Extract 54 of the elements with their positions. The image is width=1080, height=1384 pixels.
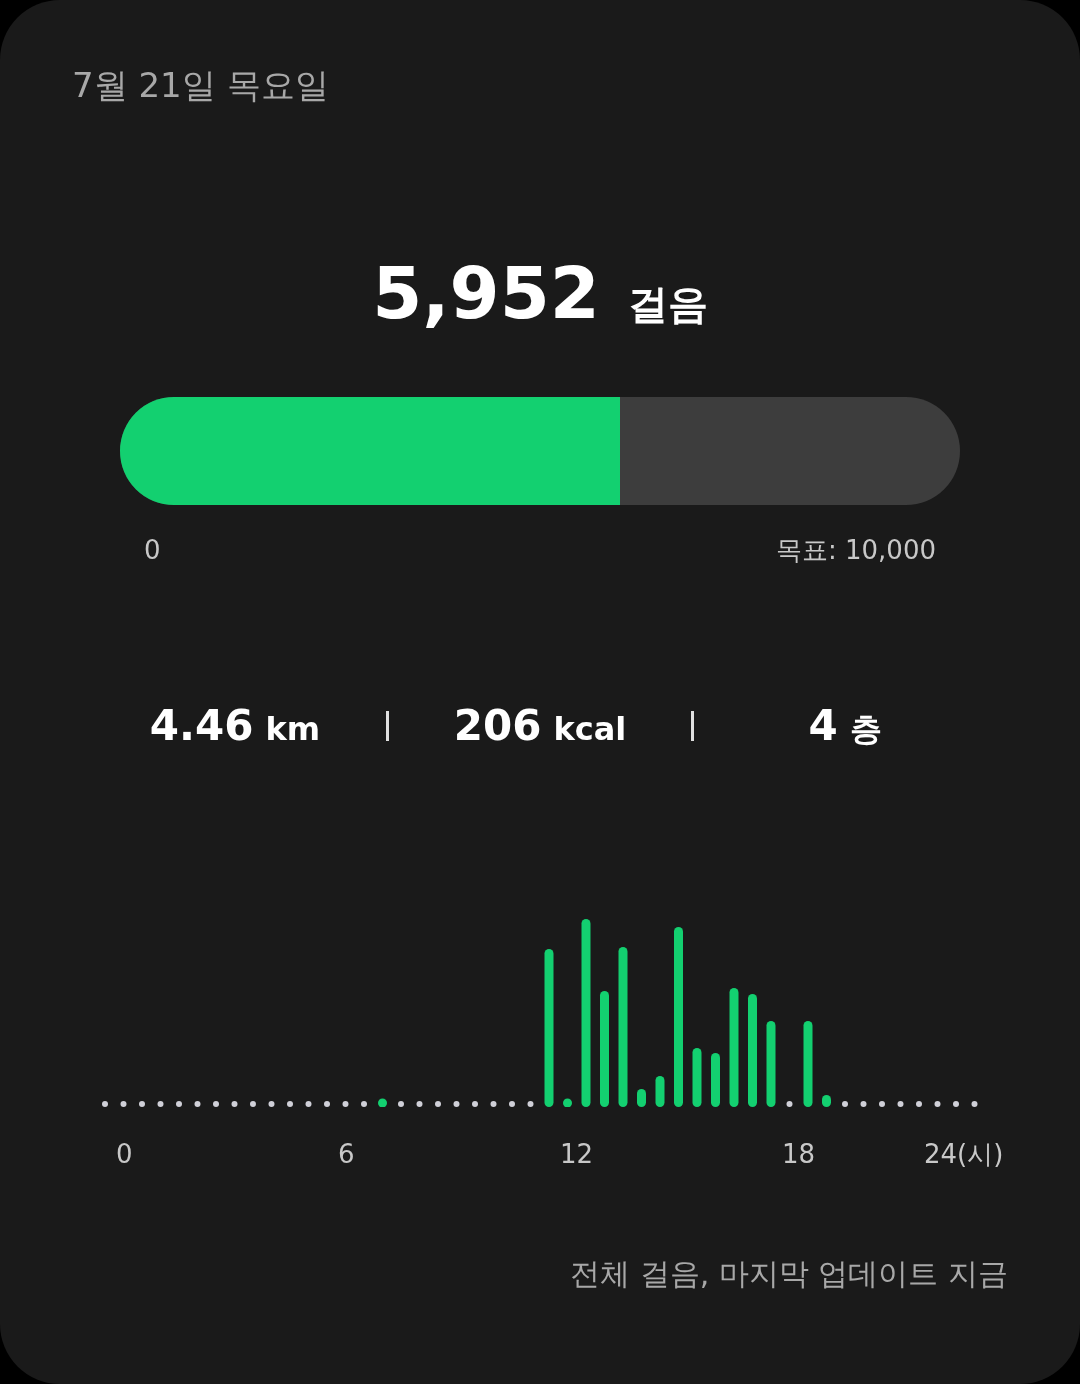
empty-slot-dot — [490, 1101, 497, 1107]
empty-slot-dot — [324, 1101, 330, 1107]
axis-label: 12 — [560, 1138, 594, 1171]
empty-slot-dot — [527, 1101, 534, 1107]
stat-value: 206 — [453, 700, 542, 752]
empty-slot-dot — [342, 1101, 349, 1107]
empty-slot-dot — [194, 1101, 201, 1107]
axis-label: 6 — [338, 1138, 355, 1171]
empty-slot-dot — [916, 1101, 922, 1107]
empty-slot-dot — [953, 1101, 959, 1107]
min-label: 0 — [144, 534, 161, 567]
update-status: 전체 걸음, 마지막 업데이트 지금 — [570, 1255, 1008, 1293]
stat-unit: 층 — [849, 709, 882, 750]
step-unit: 걸음 — [627, 284, 708, 324]
goal-label: 목표: 10,000 — [776, 534, 936, 567]
empty-slot-dot — [176, 1101, 182, 1107]
step-bar — [692, 1048, 702, 1107]
stat-value: 4 — [808, 700, 838, 752]
empty-slot-dot — [971, 1101, 978, 1107]
empty-slot-dot — [435, 1101, 441, 1107]
empty-slot-dot — [934, 1101, 941, 1107]
step-bar — [822, 1095, 831, 1107]
empty-slot-dot — [250, 1101, 256, 1107]
empty-slot-dot — [860, 1101, 867, 1107]
empty-slot-dot — [398, 1101, 404, 1107]
empty-slot-dot — [361, 1101, 367, 1107]
step-count: 5,952 — [372, 257, 600, 329]
stat-unit: km — [265, 709, 321, 750]
empty-slot-dot — [287, 1101, 293, 1107]
empty-slot-dot — [139, 1101, 145, 1107]
empty-slot-dot — [268, 1101, 275, 1107]
empty-slot-dot — [102, 1101, 108, 1107]
date-label: 7월 21일 목요일 — [72, 65, 329, 105]
empty-slot-dot — [305, 1101, 312, 1107]
empty-slot-dot — [120, 1101, 127, 1107]
empty-slot-dot — [453, 1101, 460, 1107]
empty-slot-dot — [472, 1101, 478, 1107]
empty-slot-dot — [157, 1101, 164, 1107]
step-bar — [711, 1053, 720, 1107]
step-bar — [655, 1076, 665, 1107]
stat-unit: kcal — [553, 709, 627, 750]
stat-value: 4.46 — [149, 700, 254, 752]
axis-label: 24(시) — [924, 1138, 1004, 1171]
empty-slot-dot — [231, 1101, 238, 1107]
empty-slot-dot — [897, 1101, 904, 1107]
empty-slot-dot — [786, 1101, 793, 1107]
empty-slot-dot — [509, 1101, 515, 1107]
axis-label: 18 — [782, 1138, 816, 1171]
axis-label: 0 — [116, 1138, 133, 1171]
empty-slot-dot — [879, 1101, 885, 1107]
empty-slot-dot — [213, 1101, 219, 1107]
empty-slot-dot — [416, 1101, 423, 1107]
step-bar — [637, 1089, 646, 1107]
empty-slot-dot — [842, 1101, 848, 1107]
